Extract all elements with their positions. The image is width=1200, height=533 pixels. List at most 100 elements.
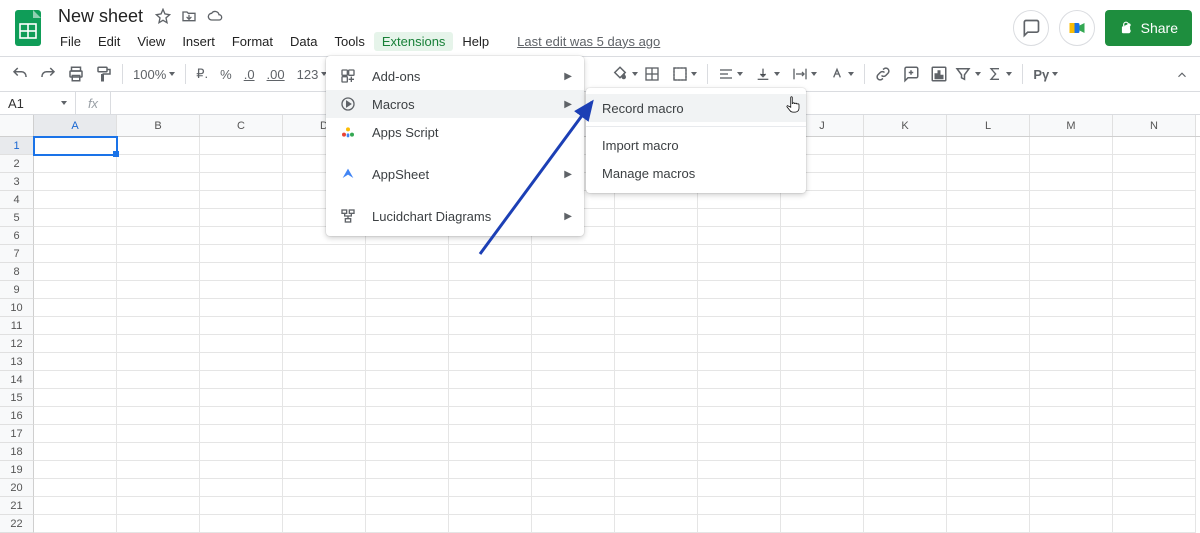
row-header[interactable]: 14 <box>0 371 34 389</box>
menu-view[interactable]: View <box>129 32 173 51</box>
cell[interactable] <box>864 155 947 173</box>
cell[interactable] <box>615 389 698 407</box>
cell[interactable] <box>449 371 532 389</box>
cell[interactable] <box>449 461 532 479</box>
cell[interactable] <box>615 371 698 389</box>
cell[interactable] <box>34 317 117 335</box>
cell[interactable] <box>615 443 698 461</box>
cell[interactable] <box>34 479 117 497</box>
redo-icon[interactable] <box>34 60 62 88</box>
cell[interactable] <box>117 245 200 263</box>
cell[interactable] <box>117 353 200 371</box>
cell[interactable] <box>366 371 449 389</box>
row-header[interactable]: 2 <box>0 155 34 173</box>
cell[interactable] <box>283 407 366 425</box>
row-header[interactable]: 8 <box>0 263 34 281</box>
cell[interactable] <box>698 479 781 497</box>
cell[interactable] <box>1030 317 1113 335</box>
cell[interactable] <box>1030 335 1113 353</box>
cell[interactable] <box>283 317 366 335</box>
cell[interactable] <box>781 371 864 389</box>
row-header[interactable]: 16 <box>0 407 34 425</box>
col-header-A[interactable]: A <box>34 115 117 136</box>
cell[interactable] <box>532 299 615 317</box>
cell[interactable] <box>781 479 864 497</box>
cell[interactable] <box>615 407 698 425</box>
cell[interactable] <box>366 299 449 317</box>
cell[interactable] <box>698 317 781 335</box>
cell[interactable] <box>864 245 947 263</box>
cell[interactable] <box>200 317 283 335</box>
borders-icon[interactable] <box>638 60 666 88</box>
cell[interactable] <box>200 245 283 263</box>
cell[interactable] <box>200 407 283 425</box>
cell[interactable] <box>615 299 698 317</box>
cell[interactable] <box>947 299 1030 317</box>
row-header[interactable]: 10 <box>0 299 34 317</box>
cell[interactable] <box>781 191 864 209</box>
cell[interactable] <box>698 425 781 443</box>
cell[interactable] <box>449 353 532 371</box>
last-edit-link[interactable]: Last edit was 5 days ago <box>517 34 660 49</box>
cell[interactable] <box>200 137 283 155</box>
cell[interactable] <box>781 209 864 227</box>
cell[interactable] <box>698 281 781 299</box>
cell[interactable] <box>1113 353 1196 371</box>
cell[interactable] <box>34 497 117 515</box>
cell[interactable] <box>864 191 947 209</box>
cell[interactable] <box>1113 479 1196 497</box>
cell[interactable] <box>117 155 200 173</box>
cell[interactable] <box>283 281 366 299</box>
menu-help[interactable]: Help <box>454 32 497 51</box>
filter-icon[interactable] <box>953 60 981 88</box>
dec-less-button[interactable]: .0 <box>238 60 261 88</box>
merge-cells-icon[interactable] <box>666 60 703 88</box>
cell[interactable] <box>947 173 1030 191</box>
cell[interactable] <box>200 479 283 497</box>
cell[interactable] <box>864 353 947 371</box>
cell[interactable] <box>117 479 200 497</box>
cell[interactable] <box>200 227 283 245</box>
menu-format[interactable]: Format <box>224 32 281 51</box>
cell[interactable] <box>34 443 117 461</box>
cell[interactable] <box>1030 209 1113 227</box>
cell[interactable] <box>532 425 615 443</box>
cell[interactable] <box>1030 425 1113 443</box>
cell[interactable] <box>947 389 1030 407</box>
cell[interactable] <box>615 515 698 533</box>
cell[interactable] <box>615 479 698 497</box>
col-header-C[interactable]: C <box>200 115 283 136</box>
cell[interactable] <box>449 281 532 299</box>
cell[interactable] <box>34 371 117 389</box>
horiz-align-icon[interactable] <box>712 60 749 88</box>
row-header[interactable]: 12 <box>0 335 34 353</box>
cell[interactable] <box>1030 371 1113 389</box>
cell[interactable] <box>947 461 1030 479</box>
cell[interactable] <box>698 209 781 227</box>
macros-record-macro[interactable]: Record macro <box>586 94 806 122</box>
cell[interactable] <box>532 389 615 407</box>
cell[interactable] <box>947 227 1030 245</box>
cell[interactable] <box>1113 443 1196 461</box>
cell[interactable] <box>366 425 449 443</box>
cell[interactable] <box>1113 209 1196 227</box>
col-header-B[interactable]: B <box>117 115 200 136</box>
text-rotation-icon[interactable] <box>823 60 860 88</box>
cell[interactable] <box>34 137 117 155</box>
cell[interactable] <box>947 317 1030 335</box>
cell[interactable] <box>615 191 698 209</box>
cell[interactable] <box>615 353 698 371</box>
cell[interactable] <box>698 245 781 263</box>
cell[interactable] <box>864 389 947 407</box>
cell[interactable] <box>1113 317 1196 335</box>
cell[interactable] <box>34 245 117 263</box>
cell[interactable] <box>698 227 781 245</box>
cell[interactable] <box>532 353 615 371</box>
cell[interactable] <box>1113 389 1196 407</box>
cell[interactable] <box>1030 191 1113 209</box>
cell[interactable] <box>34 425 117 443</box>
collapse-toolbar-icon[interactable] <box>1172 57 1192 93</box>
cell[interactable] <box>781 461 864 479</box>
cell[interactable] <box>698 443 781 461</box>
cell[interactable] <box>532 317 615 335</box>
